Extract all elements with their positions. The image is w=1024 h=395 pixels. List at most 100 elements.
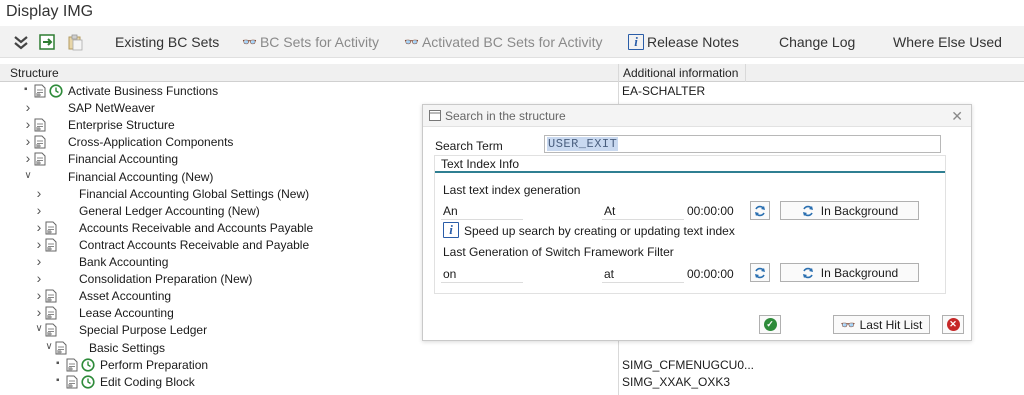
expand-node-icon[interactable]: › — [23, 116, 33, 132]
tree-node-label[interactable]: Financial Accounting — [68, 152, 178, 166]
search-dialog: Search in the structure ✕ Search Term US… — [422, 104, 972, 341]
tree-node-label[interactable]: Contract Accounts Receivable and Payable — [79, 238, 309, 252]
tree-node-label[interactable]: Lease Accounting — [79, 306, 174, 320]
switch-time: 00:00:00 — [687, 267, 734, 281]
tree-node-label[interactable]: Bank Accounting — [79, 255, 168, 269]
execute-activity-icon[interactable] — [81, 375, 95, 389]
glasses-icon: 👓 — [242, 35, 257, 49]
tree-node-label[interactable]: Perform Preparation — [100, 358, 208, 372]
tree-node-label[interactable]: SAP NetWeaver — [68, 101, 155, 115]
glasses-icon: 👓 — [840, 317, 856, 332]
expand-node-icon[interactable]: › — [34, 219, 44, 235]
glasses-icon: 👓 — [404, 35, 419, 49]
documentation-icon[interactable] — [34, 118, 46, 132]
speed-up-hint: Speed up search by creating or updating … — [464, 224, 735, 238]
leaf-bullet-icon: ▪ — [56, 357, 60, 369]
release-notes-button[interactable]: i Release Notes — [628, 33, 739, 51]
tree-node-label[interactable]: Edit Coding Block — [100, 375, 195, 389]
cancel-button[interactable]: ✕ — [942, 315, 964, 334]
in-background-switch-button[interactable]: In Background — [780, 263, 919, 282]
search-term-label: Search Term — [435, 139, 503, 153]
additional-info-text: EA-SCHALTER — [622, 84, 706, 98]
tree-node[interactable]: ▪ Perform Preparation SIMG_CFMENUGCU0... — [0, 357, 1024, 374]
column-divider — [745, 64, 746, 82]
execute-activity-icon[interactable] — [81, 357, 95, 372]
structure-column-header[interactable]: Structure — [10, 66, 59, 80]
info-icon: i — [443, 222, 459, 238]
where-else-used-button[interactable]: Where Else Used — [893, 33, 1002, 51]
expand-node-icon[interactable]: › — [34, 287, 44, 303]
tree-node-label[interactable]: Activate Business Functions — [68, 84, 218, 98]
cancel-icon: ✕ — [946, 318, 960, 331]
tree-node[interactable]: ▪ Edit Coding Block SIMG_XXAK_OXK3 — [0, 374, 1024, 391]
activated-bc-sets-button[interactable]: 👓 Activated BC Sets for Activity — [404, 33, 602, 51]
documentation-icon[interactable] — [45, 221, 57, 235]
tree-node-label[interactable]: Asset Accounting — [79, 289, 171, 303]
tree-node-label[interactable]: Basic Settings — [89, 341, 165, 355]
tree-node-label[interactable]: Financial Accounting Global Settings (Ne… — [79, 187, 309, 201]
documentation-icon[interactable] — [45, 238, 57, 252]
expand-node-icon[interactable]: › — [34, 202, 44, 218]
text-index-at-field — [602, 206, 684, 220]
tree-node-label[interactable]: Cross-Application Components — [68, 135, 233, 149]
collapse-node-icon[interactable]: ∨ — [23, 170, 33, 181]
refresh-icon — [802, 205, 813, 216]
documentation-icon[interactable] — [34, 135, 46, 149]
expand-subtree-icon[interactable] — [38, 33, 56, 51]
close-icon[interactable]: ✕ — [951, 108, 963, 125]
documentation-icon[interactable] — [34, 84, 46, 98]
expand-node-icon[interactable]: › — [34, 304, 44, 320]
refresh-icon — [755, 267, 765, 278]
tree-node-label[interactable]: Accounts Receivable and Accounts Payable — [79, 221, 313, 235]
additional-info-column-header[interactable]: Additional information — [623, 66, 738, 80]
collapse-node-icon[interactable]: ∨ — [44, 341, 54, 352]
expand-node-icon[interactable]: › — [34, 236, 44, 252]
collapse-all-icon[interactable] — [12, 33, 30, 51]
expand-node-icon[interactable]: › — [34, 270, 44, 286]
tree-node-label[interactable]: Special Purpose Ledger — [79, 323, 207, 337]
documentation-icon[interactable] — [66, 358, 78, 372]
tree-node-label[interactable]: General Ledger Accounting (New) — [79, 204, 260, 218]
expand-node-icon[interactable]: › — [23, 133, 33, 149]
tree-node-label[interactable]: Enterprise Structure — [68, 118, 175, 132]
clipboard-icon[interactable] — [66, 33, 84, 51]
tree-node[interactable]: ▪ Activate Business Functions EA-SCHALTER — [0, 83, 1024, 100]
in-background-button[interactable]: In Background — [780, 201, 919, 220]
expand-node-icon[interactable]: › — [23, 150, 33, 166]
expand-node-icon[interactable]: › — [34, 185, 44, 201]
documentation-icon[interactable] — [66, 375, 78, 389]
documentation-icon[interactable] — [55, 341, 67, 355]
documentation-icon[interactable] — [45, 323, 57, 337]
expand-node-icon[interactable]: › — [34, 253, 44, 269]
continue-button[interactable]: ✓ — [759, 315, 781, 334]
tree-node-label[interactable]: Financial Accounting (New) — [68, 170, 213, 184]
dialog-title-bar: Search in the structure ✕ — [423, 105, 971, 127]
documentation-icon[interactable] — [45, 289, 57, 303]
refresh-text-index-button[interactable] — [750, 201, 770, 220]
group-header: Text Index Info — [435, 156, 945, 173]
text-index-info-group: Text Index Info Last text index generati… — [434, 155, 946, 294]
documentation-icon[interactable] — [34, 152, 46, 166]
existing-bc-sets-button[interactable]: Existing BC Sets — [115, 33, 219, 51]
dialog-icon — [429, 110, 441, 121]
refresh-switch-filter-button[interactable] — [750, 263, 770, 282]
text-index-time: 00:00:00 — [687, 204, 734, 218]
tree-node-label[interactable]: Consolidation Preparation (New) — [79, 272, 252, 286]
tree-header: Structure Additional information — [0, 64, 1024, 82]
execute-activity-icon[interactable] — [49, 84, 63, 98]
expand-node-icon[interactable]: › — [23, 99, 33, 115]
application-toolbar: Existing BC Sets 👓 BC Sets for Activity … — [0, 26, 1024, 58]
switch-at-field — [602, 269, 684, 283]
bc-sets-for-activity-button[interactable]: 👓 BC Sets for Activity — [242, 33, 379, 51]
last-hit-list-button[interactable]: 👓 Last Hit List — [833, 315, 930, 334]
change-log-button[interactable]: Change Log — [779, 33, 855, 51]
tree-node[interactable]: ∨ Basic Settings — [0, 340, 1024, 357]
additional-info-text: SIMG_XXAK_OXK3 — [622, 374, 731, 389]
refresh-icon — [802, 267, 813, 278]
collapse-node-icon[interactable]: ∨ — [34, 323, 44, 334]
refresh-icon — [755, 205, 765, 216]
search-term-input[interactable]: USER_EXIT — [544, 135, 941, 153]
documentation-icon[interactable] — [45, 306, 57, 320]
title-bar: Display IMG — [0, 0, 1024, 26]
last-text-index-label: Last text index generation — [443, 183, 581, 197]
